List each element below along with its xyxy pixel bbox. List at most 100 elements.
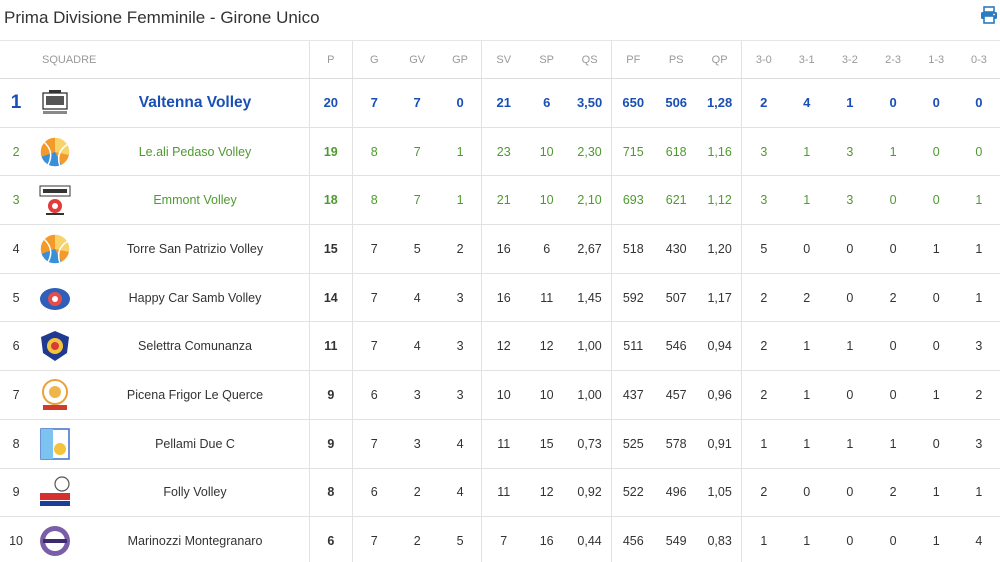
stat-qs: 3,50 — [568, 78, 612, 128]
stat-pts: 11 — [308, 321, 353, 372]
stat-2-3: 1 — [871, 419, 915, 469]
team-name-link[interactable]: Emmont Volley — [77, 175, 310, 226]
stat-2-3: 0 — [871, 516, 915, 562]
stat-qs: 0,92 — [568, 468, 612, 518]
stat-pf: 456 — [610, 516, 655, 562]
stat-qp: 0,83 — [697, 516, 742, 562]
stat-0-3: 4 — [957, 516, 1000, 562]
table-row[interactable]: 7 Picena Frigor Le Querce 9 6 3 3 10 10 1,00 437 4… — [0, 370, 1000, 420]
table-row[interactable]: 5 Happy Car Samb Volley 14 7 4 3 16 11 1,45 592 50… — [0, 273, 1000, 323]
stat-3-0: 5 — [741, 224, 786, 274]
marinozzi-logo — [38, 524, 72, 558]
stat-1-3: 0 — [914, 419, 958, 469]
stat-ps: 457 — [654, 370, 698, 420]
table-row[interactable]: 3 Emmont Volley 18 8 7 1 21 10 2,10 693 621 1,12 3 1 3… — [0, 175, 1000, 226]
table-row[interactable]: 1 Valtenna Volley 20 7 7 0 21 6 3,50 650 506 1,28 2 4… — [0, 78, 1000, 128]
team-name-link[interactable]: Valtenna Volley — [77, 78, 310, 128]
team-position: 6 — [0, 321, 33, 372]
stat-gp: 3 — [438, 273, 482, 323]
team-position: 7 — [0, 370, 33, 420]
stat-0-3: 1 — [957, 224, 1000, 274]
stat-sp: 10 — [525, 370, 569, 420]
standings-table: SQUADRE P G GV GP SV SP QS PF PS QP 3-0 … — [0, 40, 1000, 562]
team-name-link[interactable]: Folly Volley — [77, 468, 310, 518]
team-name-link[interactable]: Selettra Comunanza — [77, 321, 310, 372]
stat-3-2: 0 — [828, 224, 872, 274]
stat-ps: 496 — [654, 468, 698, 518]
stat-2-3: 1 — [871, 127, 915, 177]
col-header-gv: GV — [395, 40, 439, 79]
stat-3-2: 3 — [828, 127, 872, 177]
stat-0-3: 1 — [957, 273, 1000, 323]
stat-3-1: 2 — [785, 273, 829, 323]
col-header-pf: PF — [610, 40, 655, 79]
team-name-link[interactable]: Happy Car Samb Volley — [77, 273, 310, 323]
stat-ps: 506 — [654, 78, 698, 128]
col-header-qp: QP — [697, 40, 742, 79]
stat-3-1: 1 — [785, 419, 829, 469]
stat-qp: 0,91 — [697, 419, 742, 469]
stat-2-3: 0 — [871, 224, 915, 274]
team-position: 10 — [0, 516, 33, 562]
print-button[interactable] — [980, 6, 998, 24]
stat-pf: 511 — [610, 321, 655, 372]
stat-sv: 7 — [481, 516, 526, 562]
stat-3-2: 0 — [828, 273, 872, 323]
stat-qs: 2,67 — [568, 224, 612, 274]
table-row[interactable]: 8 Pellami Due C 9 7 3 4 11 15 0,73 525 578 0,91 1 1 1 1… — [0, 419, 1000, 469]
stat-gv: 7 — [395, 78, 439, 128]
stat-sv: 11 — [481, 468, 526, 518]
stat-g: 6 — [351, 370, 396, 420]
col-header-2-3: 2-3 — [871, 40, 915, 79]
stat-gv: 4 — [395, 321, 439, 372]
stat-pts: 19 — [308, 127, 353, 177]
stat-qp: 1,16 — [697, 127, 742, 177]
happycar-logo — [38, 281, 72, 315]
table-row[interactable]: 10 Marinozzi Montegranaro 6 7 2 5 7 16 0,44 456 54… — [0, 516, 1000, 562]
volleyball-logo — [38, 135, 72, 169]
stat-g: 8 — [351, 175, 396, 226]
team-name-link[interactable]: Picena Frigor Le Querce — [77, 370, 310, 420]
stat-3-1: 1 — [785, 175, 829, 226]
stat-qp: 0,96 — [697, 370, 742, 420]
team-name-link[interactable]: Torre San Patrizio Volley — [77, 224, 310, 274]
stat-pf: 693 — [610, 175, 655, 226]
stat-3-1: 4 — [785, 78, 829, 128]
stat-pts: 15 — [308, 224, 353, 274]
printer-icon — [981, 6, 997, 24]
stat-gp: 2 — [438, 224, 482, 274]
stat-qp: 1,20 — [697, 224, 742, 274]
stat-sp: 10 — [525, 175, 569, 226]
stat-1-3: 0 — [914, 273, 958, 323]
table-row[interactable]: 9 Folly Volley 8 6 2 4 11 12 0,92 522 496 1,05 2 0 0 2 1… — [0, 468, 1000, 518]
stat-qs: 2,30 — [568, 127, 612, 177]
stat-ps: 546 — [654, 321, 698, 372]
table-row[interactable]: 4 Torre San Patrizio Volley 15 7 5 2 16 6 2,67 51… — [0, 224, 1000, 274]
col-header-sv: SV — [481, 40, 526, 79]
stat-1-3: 1 — [914, 468, 958, 518]
table-row[interactable]: 6 Selettra Comunanza 11 7 4 3 12 12 1,00 511 546 0,… — [0, 321, 1000, 372]
team-name-link[interactable]: Pellami Due C — [77, 419, 310, 469]
col-header-qs: QS — [568, 40, 612, 79]
selettra-logo — [38, 329, 72, 363]
stat-3-0: 2 — [741, 78, 786, 128]
team-name-link[interactable]: Le.ali Pedaso Volley — [77, 127, 310, 177]
stat-gp: 4 — [438, 468, 482, 518]
stat-pf: 525 — [610, 419, 655, 469]
stat-1-3: 0 — [914, 175, 958, 226]
stat-g: 7 — [351, 516, 396, 562]
stat-pts: 20 — [308, 78, 353, 128]
stat-pts: 6 — [308, 516, 353, 562]
team-name-link[interactable]: Marinozzi Montegranaro — [77, 516, 310, 562]
table-row[interactable]: 2 Le.ali Pedaso Volley 19 8 7 1 23 10 2,30 715 618… — [0, 127, 1000, 177]
team-position: 5 — [0, 273, 33, 323]
stat-sp: 12 — [525, 468, 569, 518]
stat-g: 7 — [351, 419, 396, 469]
stat-pts: 9 — [308, 370, 353, 420]
stat-ps: 618 — [654, 127, 698, 177]
stat-qs: 1,00 — [568, 321, 612, 372]
stat-g: 8 — [351, 127, 396, 177]
stat-3-2: 3 — [828, 175, 872, 226]
stat-pf: 518 — [610, 224, 655, 274]
stat-qs: 0,73 — [568, 419, 612, 469]
